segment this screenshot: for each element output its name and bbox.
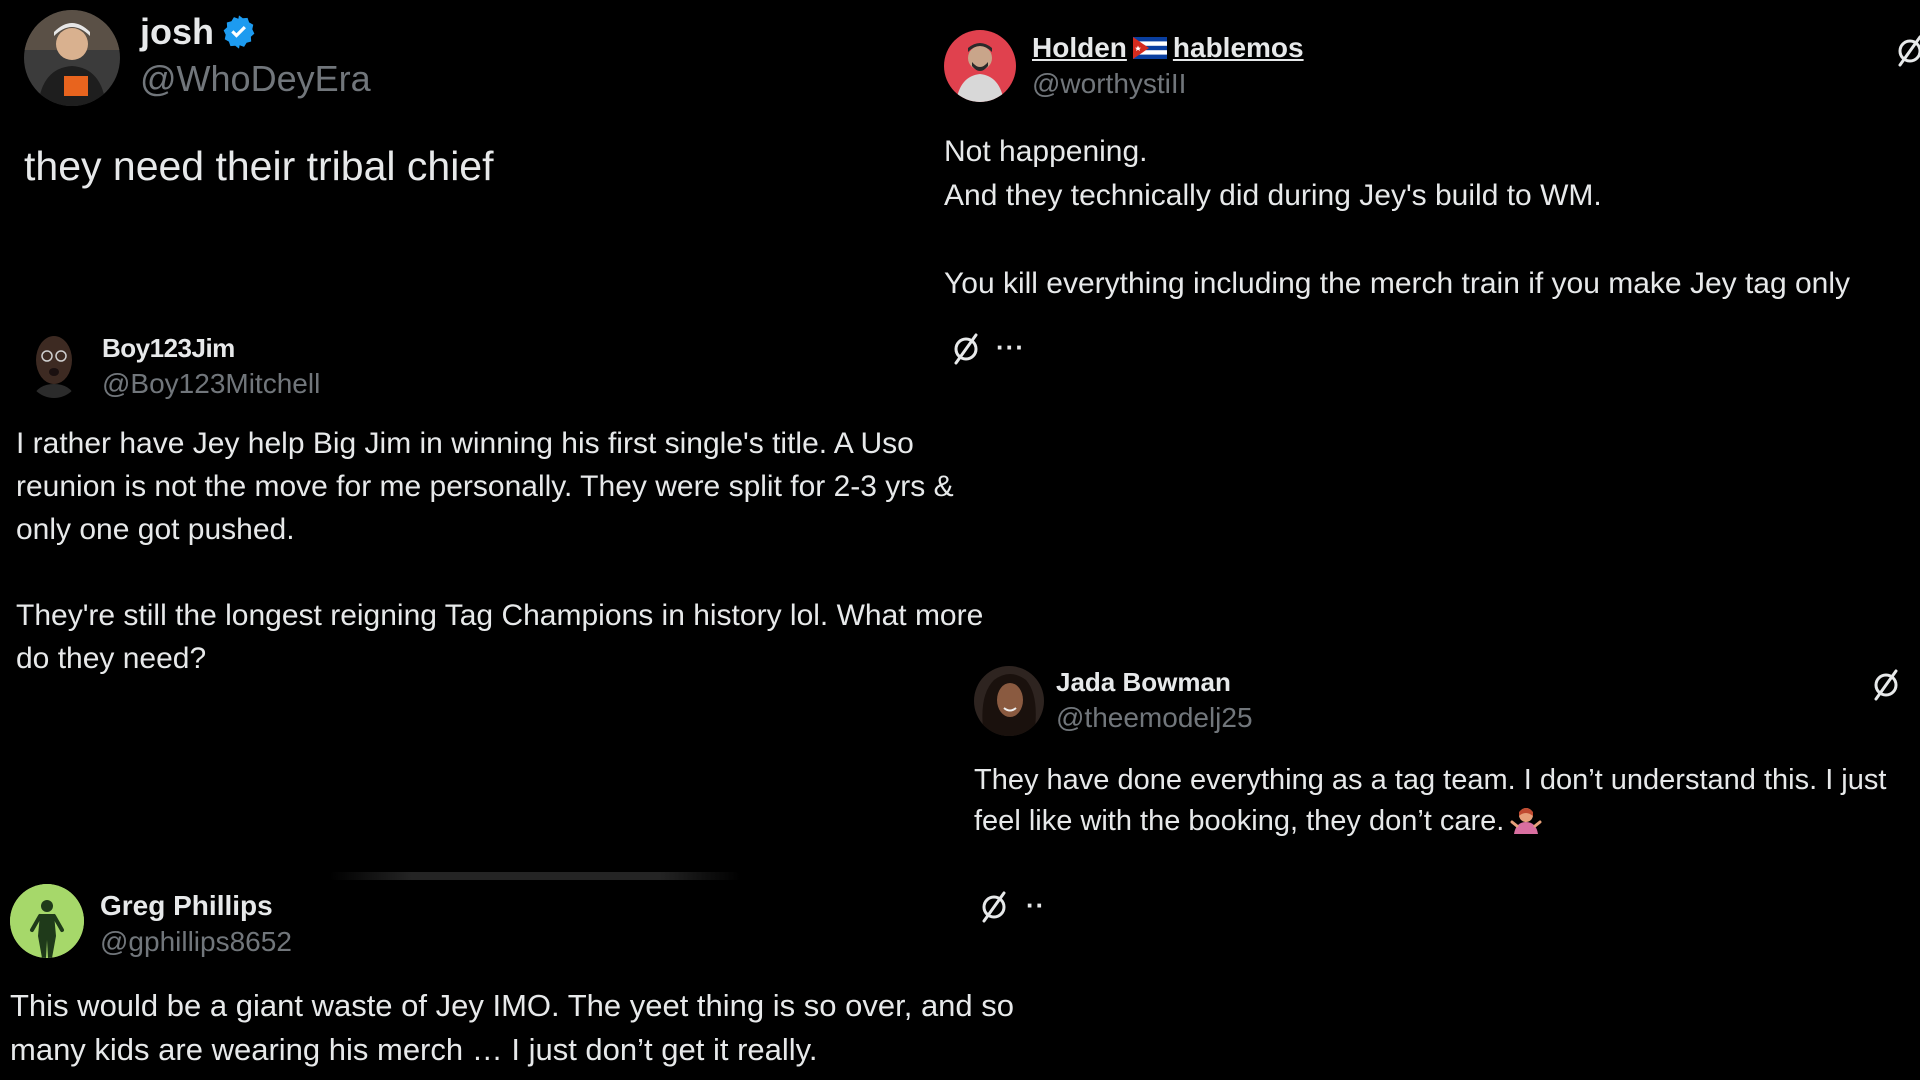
avatar[interactable] xyxy=(944,30,1016,102)
post-josh: josh @WhoDeyEra they need their tribal c… xyxy=(0,0,940,260)
author-name[interactable]: josh xyxy=(140,8,258,56)
grok-icon[interactable] xyxy=(952,332,980,366)
author-handle[interactable]: @worthystiII xyxy=(1032,68,1186,100)
author-handle[interactable]: @gphillips8652 xyxy=(100,926,292,958)
avatar[interactable] xyxy=(28,330,80,398)
post-greg: Greg Phillips @gphillips8652 ·· This wou… xyxy=(0,880,1060,1080)
author-name-label-first: Holden xyxy=(1032,32,1127,63)
grok-icon[interactable] xyxy=(1872,668,1900,702)
author-handle[interactable]: @Boy123Mitchell xyxy=(102,368,320,400)
post-text: This would be a giant waste of Jey IMO. … xyxy=(10,988,1015,1067)
author-name[interactable]: Jada Bowman xyxy=(1056,664,1231,700)
post-text: They have done everything as a tag team.… xyxy=(974,760,1886,842)
grok-icon[interactable] xyxy=(980,890,1008,924)
post-text: Not happening. And they technically did … xyxy=(944,135,1851,300)
author-handle[interactable]: @WhoDeyEra xyxy=(140,58,371,100)
post-holden: Holden hablemos @worthystiII Not happeni… xyxy=(940,0,1920,310)
cuba-flag-icon xyxy=(1132,37,1167,59)
grok-icon[interactable] xyxy=(1896,34,1920,68)
verified-badge-icon xyxy=(223,15,255,49)
author-name-label-second: hablemos xyxy=(1172,32,1304,63)
post-jada: Jada Bowman @theemodelj25 They have done… xyxy=(960,650,1920,860)
avatar[interactable] xyxy=(974,666,1044,736)
more-options-icon[interactable]: ·· xyxy=(1026,890,1045,921)
avatar[interactable] xyxy=(24,10,120,106)
author-name-label: josh xyxy=(140,11,215,52)
section-divider xyxy=(330,872,740,880)
author-name[interactable]: Holden hablemos xyxy=(1032,30,1304,66)
person-shrugging-emoji xyxy=(1510,808,1542,834)
author-name[interactable]: Boy123Jim xyxy=(102,330,235,366)
avatar[interactable] xyxy=(10,884,84,958)
post-text: I rather have Jey help Big Jim in winnin… xyxy=(16,427,984,675)
author-handle[interactable]: @theemodelj25 xyxy=(1056,702,1253,734)
post-text-content: They have done everything as a tag team.… xyxy=(974,764,1887,837)
author-name[interactable]: Greg Phillips xyxy=(100,886,273,926)
post-text: they need their tribal chief xyxy=(24,143,494,189)
more-options-icon[interactable]: ··· xyxy=(996,332,1025,363)
post-boy123jim: Boy123Jim @Boy123Mitchell ··· I rather h… xyxy=(0,320,1040,690)
